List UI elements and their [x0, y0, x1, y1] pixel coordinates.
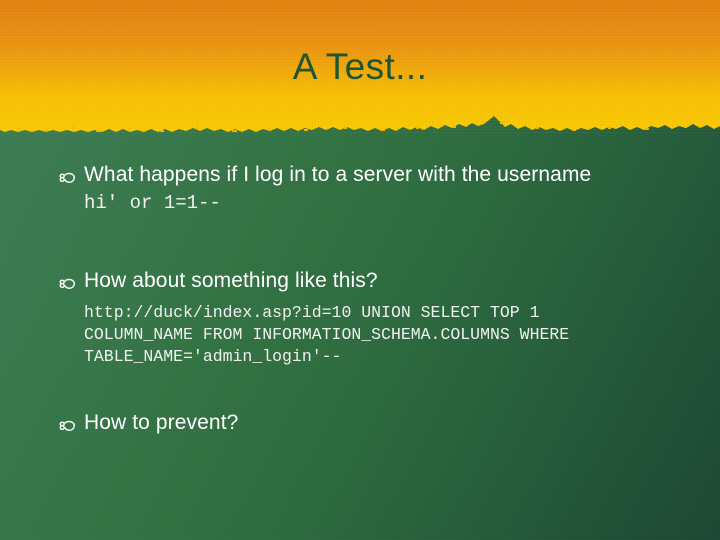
slide-header-band: A Test... — [0, 0, 720, 133]
slide-title: A Test... — [292, 46, 428, 87]
bullet-row: What happens if I log in to a server wit… — [58, 160, 670, 190]
bullet-row: How to prevent? — [58, 408, 670, 438]
bullet-text: How to prevent? — [84, 411, 239, 434]
bullet-block-2: How about something like this? http://du… — [58, 266, 670, 368]
presentation-slide: A Test... What happens if I log in to a … — [0, 0, 720, 540]
curly-bookmark-bullet-icon — [58, 409, 84, 433]
code-snippet-1: hi' or 1=1-- — [84, 192, 221, 214]
bullet-row: How about something like this? — [58, 266, 670, 296]
bullet-text: How about something like this? — [84, 269, 378, 292]
code-snippet-2: http://duck/index.asp?id=10 UNION SELECT… — [84, 303, 580, 366]
bullet-block-3: How to prevent? — [58, 408, 670, 438]
slide-body: What happens if I log in to a server wit… — [58, 160, 670, 438]
curly-bookmark-bullet-icon — [58, 161, 84, 185]
curly-bookmark-bullet-icon — [58, 267, 84, 291]
bullet-block-1: What happens if I log in to a server wit… — [58, 160, 670, 216]
bullet-text: What happens if I log in to a server wit… — [84, 163, 592, 186]
